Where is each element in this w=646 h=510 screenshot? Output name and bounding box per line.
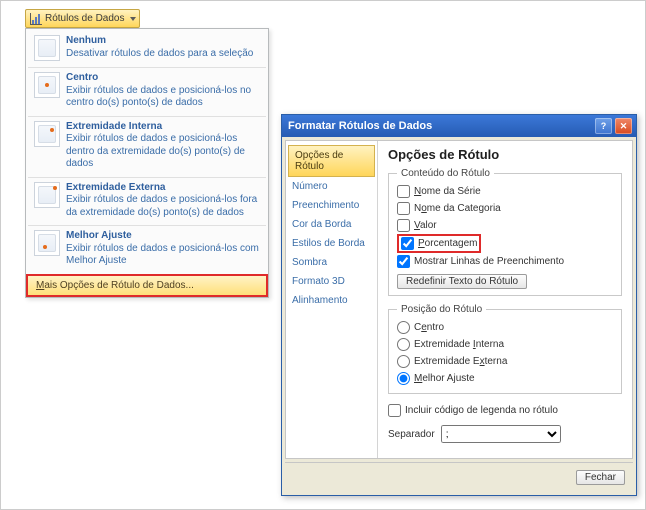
menu-item-desc: Exibir rótulos de dados e posicioná-los …	[66, 133, 260, 171]
chk-leader-lines[interactable]: Mostrar Linhas de Preenchimento	[397, 253, 613, 270]
rad-center[interactable]: Centro	[397, 319, 613, 336]
menu-item-title: Extremidade Externa	[66, 182, 260, 195]
menu-item-desc: Exibir rótulos de dados e posicioná-los …	[66, 85, 260, 110]
menu-item-desc: Exibir rótulos de dados e posicioná-los …	[66, 243, 260, 268]
chk-series-name[interactable]: Nome da Série	[397, 183, 613, 200]
label-best-fit-icon	[34, 230, 60, 256]
group-conteudo: Conteúdo do Rótulo Nome da Série Nome da…	[388, 168, 622, 296]
menu-body: Nenhum Desativar rótulos de dados para a…	[26, 29, 268, 274]
dropdown-button-label: Rótulos de Dados	[45, 13, 125, 24]
menu-item-center[interactable]: Centro Exibir rótulos de dados e posicio…	[28, 68, 266, 117]
titlebar-buttons: ? ✕	[595, 118, 632, 134]
rad-center-label: Centro	[414, 322, 444, 333]
separator-row: Separador ;	[388, 425, 622, 443]
menu-item-title: Centro	[66, 72, 260, 85]
chevron-down-icon	[130, 17, 136, 21]
nav-item-fill[interactable]: Preenchimento	[286, 196, 377, 215]
menu-item-desc: Exibir rótulos de dados e posicioná-los …	[66, 194, 260, 219]
nav-item-border-color[interactable]: Cor da Borda	[286, 215, 377, 234]
chk-percentage-input[interactable]	[401, 237, 414, 250]
label-inside-end-icon	[34, 121, 60, 147]
rad-best-fit-input[interactable]	[397, 372, 410, 385]
dialog-body: Opções de Rótulo Número Preenchimento Co…	[285, 140, 633, 459]
nav-item-border-styles[interactable]: Estilos de Borda	[286, 234, 377, 253]
label-none-icon	[34, 35, 60, 61]
reset-label-text-button[interactable]: Redefinir Texto do Rótulo	[397, 274, 527, 289]
rad-outside-end[interactable]: Extremidade Externa	[397, 353, 613, 370]
nav-item-3d-format[interactable]: Formato 3D	[286, 272, 377, 291]
chk-category-name[interactable]: Nome da Categoria	[397, 200, 613, 217]
menu-item-texts: Extremidade Interna Exibir rótulos de da…	[66, 121, 260, 171]
group-conteudo-legend: Conteúdo do Rótulo	[397, 168, 494, 179]
rad-inside-end-input[interactable]	[397, 338, 410, 351]
chk-value[interactable]: Valor	[397, 217, 613, 234]
chk-category-name-label: Nome da Categoria	[414, 203, 501, 214]
menu-item-title: Nenhum	[66, 35, 253, 48]
chk-percentage[interactable]: Porcentagem	[397, 234, 481, 253]
menu-item-texts: Melhor Ajuste Exibir rótulos de dados e …	[66, 230, 260, 268]
menu-item-outside-end[interactable]: Extremidade Externa Exibir rótulos de da…	[28, 178, 266, 227]
rad-outside-end-label: Extremidade Externa	[414, 356, 507, 367]
more-options-label: Mais Opções de Rótulo de Dados...	[36, 280, 194, 291]
dialog-title: Formatar Rótulos de Dados	[288, 120, 432, 132]
chk-value-label: Valor	[414, 220, 437, 231]
menu-item-texts: Nenhum Desativar rótulos de dados para a…	[66, 35, 253, 61]
menu-item-title: Extremidade Interna	[66, 121, 260, 134]
label-center-icon	[34, 72, 60, 98]
reset-row: Redefinir Texto do Rótulo	[397, 274, 613, 289]
menu-item-none[interactable]: Nenhum Desativar rótulos de dados para a…	[28, 31, 266, 68]
menu-item-texts: Centro Exibir rótulos de dados e posicio…	[66, 72, 260, 110]
rad-center-input[interactable]	[397, 321, 410, 334]
rad-outside-end-input[interactable]	[397, 355, 410, 368]
chk-series-name-label: Nome da Série	[414, 186, 481, 197]
rad-best-fit[interactable]: Melhor Ajuste	[397, 370, 613, 387]
group-posicao: Posição do Rótulo Centro Extremidade Int…	[388, 304, 622, 394]
menu-item-inside-end[interactable]: Extremidade Interna Exibir rótulos de da…	[28, 117, 266, 178]
chk-leader-lines-input[interactable]	[397, 255, 410, 268]
bar-chart-icon	[30, 13, 42, 25]
menu-item-desc: Desativar rótulos de dados para a seleçã…	[66, 48, 253, 61]
menu-item-texts: Extremidade Externa Exibir rótulos de da…	[66, 182, 260, 220]
chk-include-legend-key[interactable]: Incluir código de legenda no rótulo	[388, 402, 622, 419]
chk-value-input[interactable]	[397, 219, 410, 232]
pane-heading: Opções de Rótulo	[388, 147, 622, 162]
chk-leader-lines-label: Mostrar Linhas de Preenchimento	[414, 256, 564, 267]
chk-percentage-label: Porcentagem	[418, 238, 477, 249]
nav-item-label-options[interactable]: Opções de Rótulo	[288, 145, 375, 177]
dialog-nav: Opções de Rótulo Número Preenchimento Co…	[286, 141, 378, 458]
menu-item-more-options[interactable]: Mais Opções de Rótulo de Dados...	[26, 274, 268, 297]
chk-include-legend-key-input[interactable]	[388, 404, 401, 417]
dialog-pane: Opções de Rótulo Conteúdo do Rótulo Nome…	[378, 141, 632, 458]
close-icon[interactable]: ✕	[615, 118, 632, 134]
dialog-titlebar[interactable]: Formatar Rótulos de Dados ? ✕	[282, 115, 636, 137]
label-outside-end-icon	[34, 182, 60, 208]
data-labels-dropdown-button[interactable]: Rótulos de Dados	[25, 9, 140, 28]
close-button[interactable]: Fechar	[576, 470, 625, 485]
rad-best-fit-label: Melhor Ajuste	[414, 373, 475, 384]
help-button[interactable]: ?	[595, 118, 612, 134]
chk-series-name-input[interactable]	[397, 185, 410, 198]
chk-include-legend-key-label: Incluir código de legenda no rótulo	[405, 405, 558, 416]
nav-item-shadow[interactable]: Sombra	[286, 253, 377, 272]
separator-select[interactable]: ;	[441, 425, 561, 443]
nav-item-alignment[interactable]: Alinhamento	[286, 291, 377, 310]
separator-label: Separador	[388, 429, 435, 440]
data-labels-menu: Nenhum Desativar rótulos de dados para a…	[25, 28, 269, 298]
nav-item-number[interactable]: Número	[286, 177, 377, 196]
chk-category-name-input[interactable]	[397, 202, 410, 215]
format-data-labels-dialog: Formatar Rótulos de Dados ? ✕ Opções de …	[281, 114, 637, 496]
rad-inside-end-label: Extremidade Interna	[414, 339, 504, 350]
rad-inside-end[interactable]: Extremidade Interna	[397, 336, 613, 353]
menu-item-title: Melhor Ajuste	[66, 230, 260, 243]
dialog-footer: Fechar	[285, 462, 633, 492]
menu-item-best-fit[interactable]: Melhor Ajuste Exibir rótulos de dados e …	[28, 226, 266, 274]
group-posicao-legend: Posição do Rótulo	[397, 304, 486, 315]
